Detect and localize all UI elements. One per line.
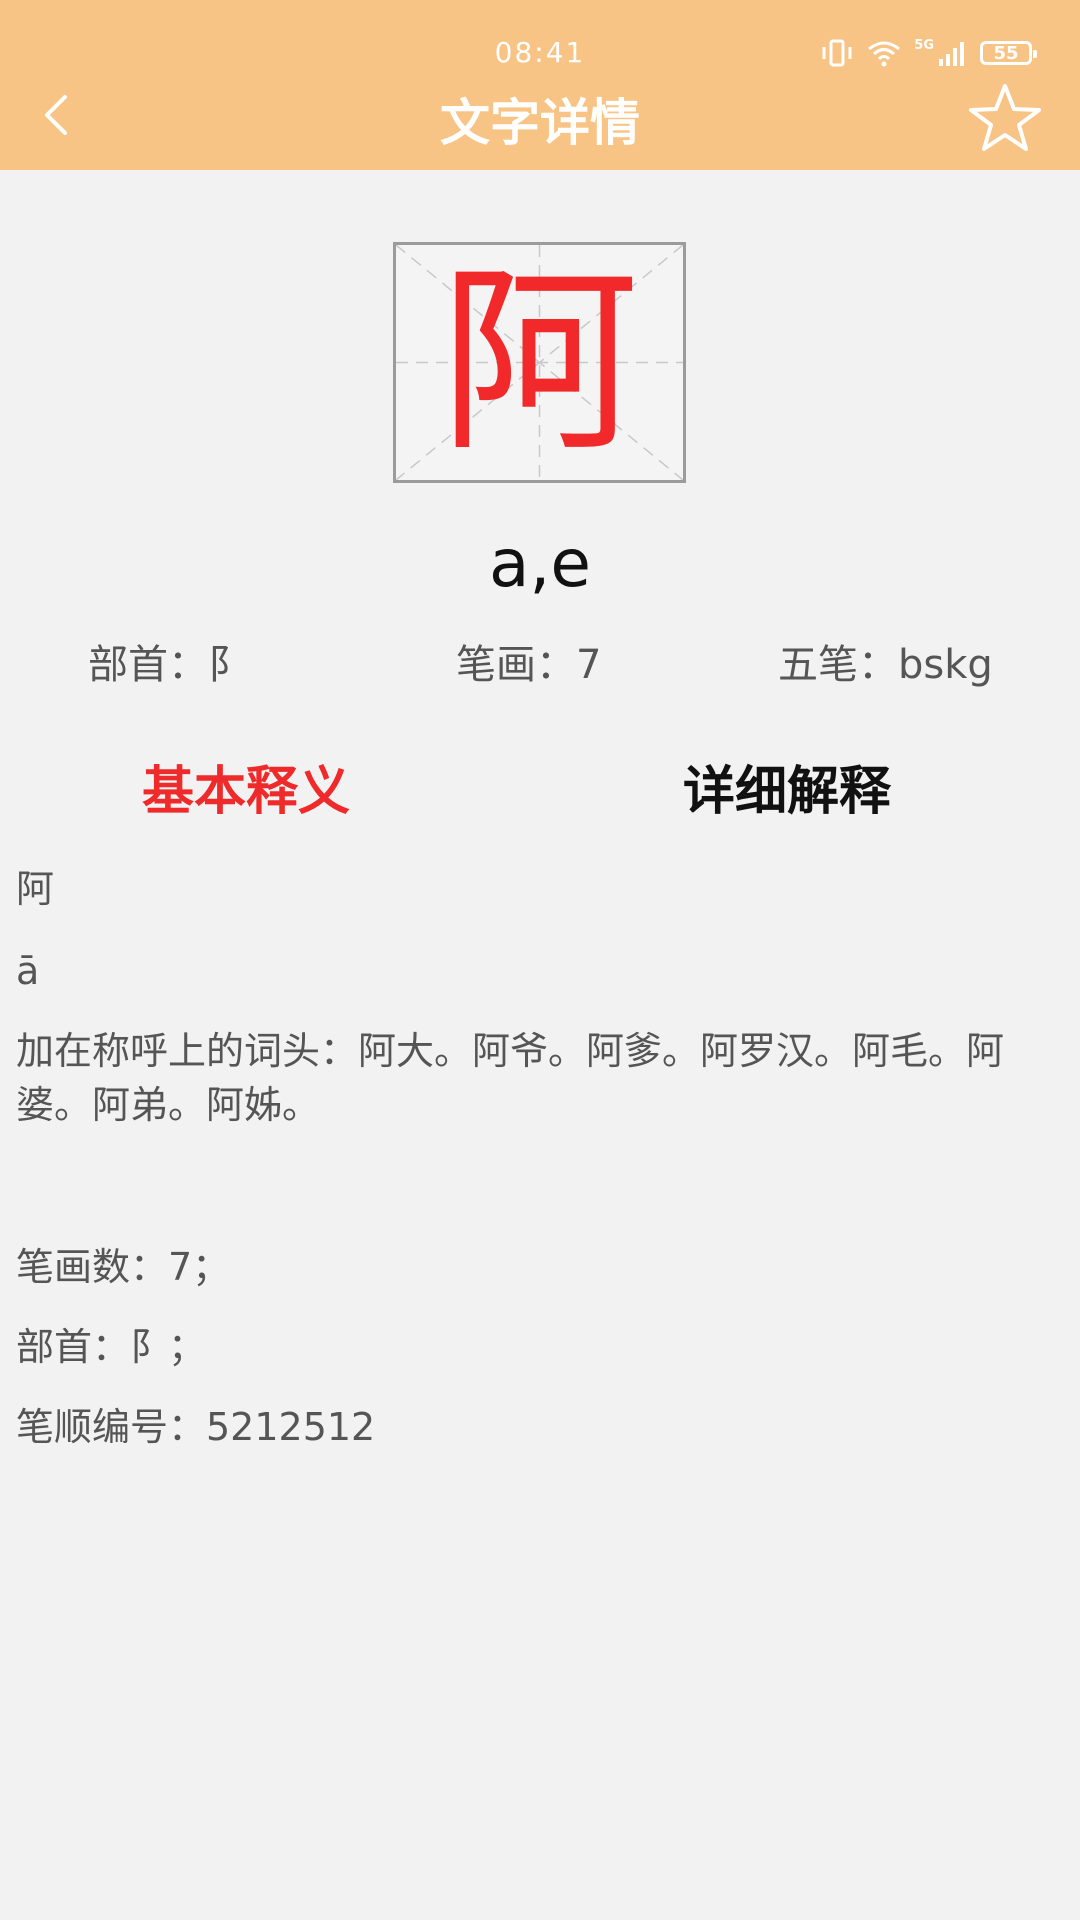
star-outline-icon (969, 84, 1041, 151)
character-pinyin: a,e (488, 525, 592, 602)
battery-level: 55 (993, 42, 1019, 64)
page-title: 文字详情 (440, 94, 640, 152)
radical-line: 部首：阝； (16, 1325, 207, 1369)
wubi-label: 五笔： (778, 642, 898, 688)
definition-character: 阿 (16, 867, 55, 911)
character-glyph: 阿 (439, 245, 640, 479)
stroke-order-line: 笔顺编号：5212512 (16, 1405, 376, 1449)
battery-icon: 55 (980, 41, 1037, 65)
tab-basic-definition[interactable]: 基本释义 (142, 762, 350, 822)
strokes-label: 笔画： (456, 642, 576, 688)
network-type-label: 5G (914, 38, 934, 53)
status-icons: 5G 55 (820, 38, 1037, 68)
wubi-info: 五笔：bskg (778, 632, 993, 690)
definition-text: 加在称呼上的词头：阿大。阿爷。阿爹。阿罗汉。阿毛。阿婆。阿弟。阿姊。 (16, 1029, 1005, 1127)
app-header: 08:41 5G 55 文字详情 (0, 0, 1080, 170)
character-grid-box: 阿 (393, 242, 686, 483)
radical-info: 部首：阝 (88, 632, 248, 690)
strokes-value: 7 (576, 642, 602, 688)
vibrate-icon (822, 39, 852, 67)
radical-value: 阝 (208, 642, 248, 688)
strokes-info: 笔画：7 (456, 632, 601, 690)
definition-content: 阿 ā 加在称呼上的词头：阿大。阿爷。阿爹。阿罗汉。阿毛。阿婆。阿弟。阿姊。 笔… (16, 862, 1056, 1454)
stroke-count-line: 笔画数：7； (16, 1245, 231, 1289)
radical-label: 部首： (88, 642, 208, 688)
favorite-button[interactable] (960, 78, 1050, 158)
wifi-icon (868, 41, 901, 67)
wubi-value: bskg (898, 642, 993, 688)
tab-detailed-explanation[interactable]: 详细解释 (683, 762, 891, 822)
definition-pinyin: ā (16, 949, 40, 993)
signal-icon (939, 42, 964, 66)
